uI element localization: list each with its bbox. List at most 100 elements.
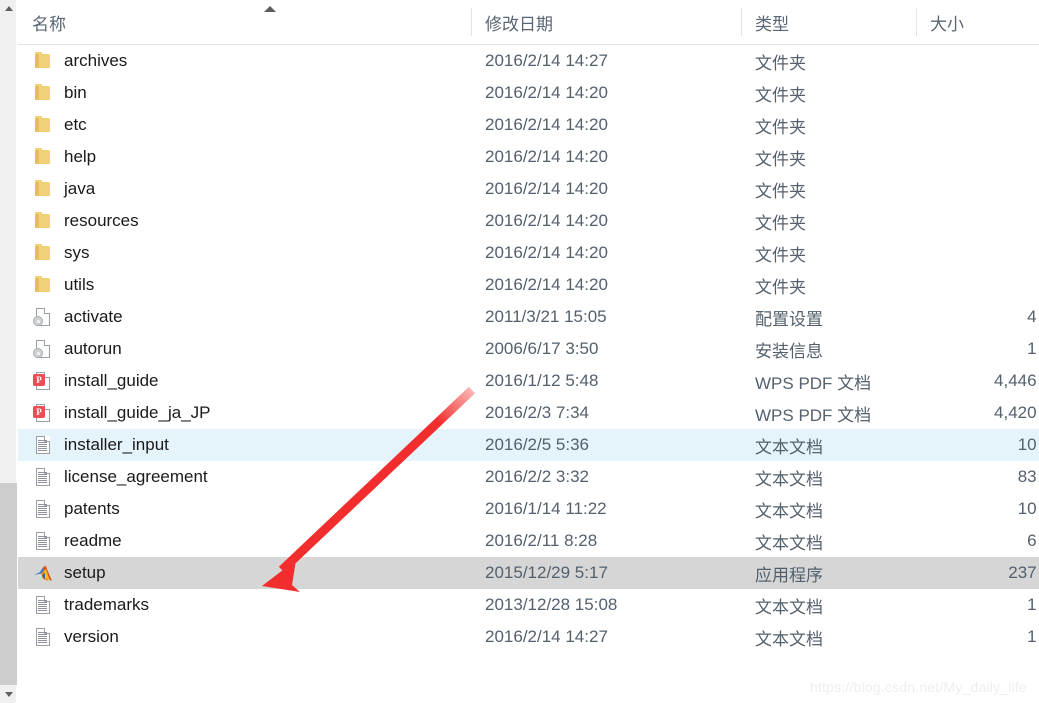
date-modified-cell: 2016/2/14 14:20 <box>471 109 741 141</box>
table-row[interactable]: help 2016/2/14 14:20 文件夹 <box>18 141 1039 173</box>
file-name-label: bin <box>64 83 87 102</box>
file-size-cell <box>916 109 1039 141</box>
file-name-cell[interactable]: license_agreement <box>18 461 471 493</box>
file-name-label: sys <box>64 243 90 262</box>
file-name-label: install_guide_ja_JP <box>64 403 211 422</box>
table-row[interactable]: installer_input 2016/2/5 5:36 文本文档 10 KB <box>18 429 1039 461</box>
file-size-label: 1 KB <box>1027 627 1039 646</box>
file-name-cell[interactable]: help <box>18 141 471 173</box>
folder-icon <box>32 146 54 168</box>
table-row[interactable]: license_agreement 2016/2/2 3:32 文本文档 83 KB <box>18 461 1039 493</box>
folder-icon <box>32 210 54 232</box>
file-name-cell[interactable]: trademarks <box>18 589 471 621</box>
table-row[interactable]: utils 2016/2/14 14:20 文件夹 <box>18 269 1039 301</box>
file-size-cell: 6 KB <box>916 525 1039 557</box>
date-modified-cell: 2016/1/12 5:48 <box>471 365 741 397</box>
file-size-cell <box>916 141 1039 173</box>
date-modified-cell: 2016/2/14 14:20 <box>471 173 741 205</box>
text-file-icon <box>32 434 54 456</box>
file-name-cell[interactable]: installer_input <box>18 429 471 461</box>
table-row[interactable]: Pinstall_guide_ja_JP 2016/2/3 7:34 WPS PDF… <box>18 397 1039 429</box>
file-type-label: 文件夹 <box>755 117 806 137</box>
file-size-label: 237 KB <box>1008 563 1039 582</box>
file-name-cell[interactable]: version <box>18 621 471 653</box>
column-header-size[interactable]: 大小 <box>916 0 1039 44</box>
date-modified-label: 2016/2/14 14:20 <box>485 147 608 166</box>
file-type-label: 文件夹 <box>755 85 806 105</box>
table-row[interactable]: trademarks 2013/12/28 15:08 文本文档 1 KB <box>18 589 1039 621</box>
table-row[interactable]: autorun 2006/6/17 3:50 安装信息 1 KB <box>18 333 1039 365</box>
table-row[interactable]: patents 2016/1/14 11:22 文本文档 10 KB <box>18 493 1039 525</box>
file-size-cell <box>916 269 1039 301</box>
file-name-cell[interactable]: autorun <box>18 333 471 365</box>
table-row[interactable]: sys 2016/2/14 14:20 文件夹 <box>18 237 1039 269</box>
file-type-label: 文本文档 <box>755 629 823 649</box>
file-name-cell[interactable]: Pinstall_guide_ja_JP <box>18 397 471 429</box>
config-file-icon <box>32 306 54 328</box>
file-name-cell[interactable]: bin <box>18 77 471 109</box>
file-name-label: etc <box>64 115 87 134</box>
file-name-cell[interactable]: patents <box>18 493 471 525</box>
scrollbar-thumb[interactable] <box>0 483 17 685</box>
file-name-cell[interactable]: utils <box>18 269 471 301</box>
table-row[interactable]: setup 2015/12/29 5:17 应用程序 237 KB <box>18 557 1039 589</box>
file-type-cell: WPS PDF 文档 <box>741 365 916 397</box>
date-modified-cell: 2006/6/17 3:50 <box>471 333 741 365</box>
file-type-cell: 安装信息 <box>741 333 916 365</box>
column-header-date-label: 修改日期 <box>485 14 553 34</box>
file-name-label: setup <box>64 563 106 582</box>
file-name-label: help <box>64 147 97 166</box>
folder-icon <box>32 82 54 104</box>
column-header-date-modified[interactable]: 修改日期 <box>471 0 741 44</box>
vertical-scrollbar[interactable] <box>0 0 17 703</box>
file-name-cell[interactable]: readme <box>18 525 471 557</box>
file-type-label: 文件夹 <box>755 53 806 73</box>
file-type-cell: 文本文档 <box>741 589 916 621</box>
date-modified-cell: 2016/1/14 11:22 <box>471 493 741 525</box>
file-type-label: 文本文档 <box>755 469 823 489</box>
file-name-cell[interactable]: resources <box>18 205 471 237</box>
file-explorer-window: 名称 修改日期 类型 大小 archives 2016/2/14 14:27 文件夹… <box>0 0 1039 703</box>
file-size-label: 4,446 KB <box>994 371 1039 390</box>
file-name-cell[interactable]: sys <box>18 237 471 269</box>
file-name-cell[interactable]: setup <box>18 557 471 589</box>
text-file-icon <box>32 626 54 648</box>
file-size-cell: 4,420 KB <box>916 397 1039 429</box>
file-name-cell[interactable]: java <box>18 173 471 205</box>
file-type-label: 应用程序 <box>755 565 823 585</box>
table-row[interactable]: java 2016/2/14 14:20 文件夹 <box>18 173 1039 205</box>
pdf-file-icon: P <box>32 370 54 392</box>
date-modified-label: 2016/2/14 14:20 <box>485 179 608 198</box>
table-row[interactable]: activate 2011/3/21 15:05 配置设置 4 KB <box>18 301 1039 333</box>
file-name-cell[interactable]: etc <box>18 109 471 141</box>
date-modified-cell: 2013/12/28 15:08 <box>471 589 741 621</box>
table-row[interactable]: bin 2016/2/14 14:20 文件夹 <box>18 77 1039 109</box>
file-type-cell: 文本文档 <box>741 525 916 557</box>
table-row[interactable]: resources 2016/2/14 14:20 文件夹 <box>18 205 1039 237</box>
table-row[interactable]: version 2016/2/14 14:27 文本文档 1 KB <box>18 621 1039 653</box>
file-type-label: 安装信息 <box>755 341 823 361</box>
date-modified-label: 2016/2/14 14:27 <box>485 51 608 70</box>
folder-icon <box>32 50 54 72</box>
file-name-cell[interactable]: Pinstall_guide <box>18 365 471 397</box>
table-row[interactable]: archives 2016/2/14 14:27 文件夹 <box>18 45 1039 77</box>
date-modified-label: 2016/2/14 14:20 <box>485 211 608 230</box>
scroll-down-arrow-icon[interactable] <box>0 686 17 703</box>
scroll-up-arrow-icon[interactable] <box>0 0 17 17</box>
table-row[interactable]: Pinstall_guide 2016/1/12 5:48 WPS PDF 文档 4,… <box>18 365 1039 397</box>
table-row[interactable]: etc 2016/2/14 14:20 文件夹 <box>18 109 1039 141</box>
date-modified-label: 2006/6/17 3:50 <box>485 339 599 358</box>
file-name-cell[interactable]: archives <box>18 45 471 77</box>
file-type-label: 文件夹 <box>755 149 806 169</box>
column-header-name[interactable]: 名称 <box>18 0 471 44</box>
file-type-cell: 文件夹 <box>741 45 916 77</box>
file-list[interactable]: archives 2016/2/14 14:27 文件夹 bin 2016/2/14 1… <box>18 45 1039 703</box>
file-type-label: 文件夹 <box>755 277 806 297</box>
file-size-label: 4 KB <box>1027 307 1039 326</box>
file-type-label: 配置设置 <box>755 309 823 329</box>
file-type-cell: 文件夹 <box>741 173 916 205</box>
file-name-cell[interactable]: activate <box>18 301 471 333</box>
column-header-type[interactable]: 类型 <box>741 0 941 44</box>
table-row[interactable]: readme 2016/2/11 8:28 文本文档 6 KB <box>18 525 1039 557</box>
folder-icon <box>32 178 54 200</box>
